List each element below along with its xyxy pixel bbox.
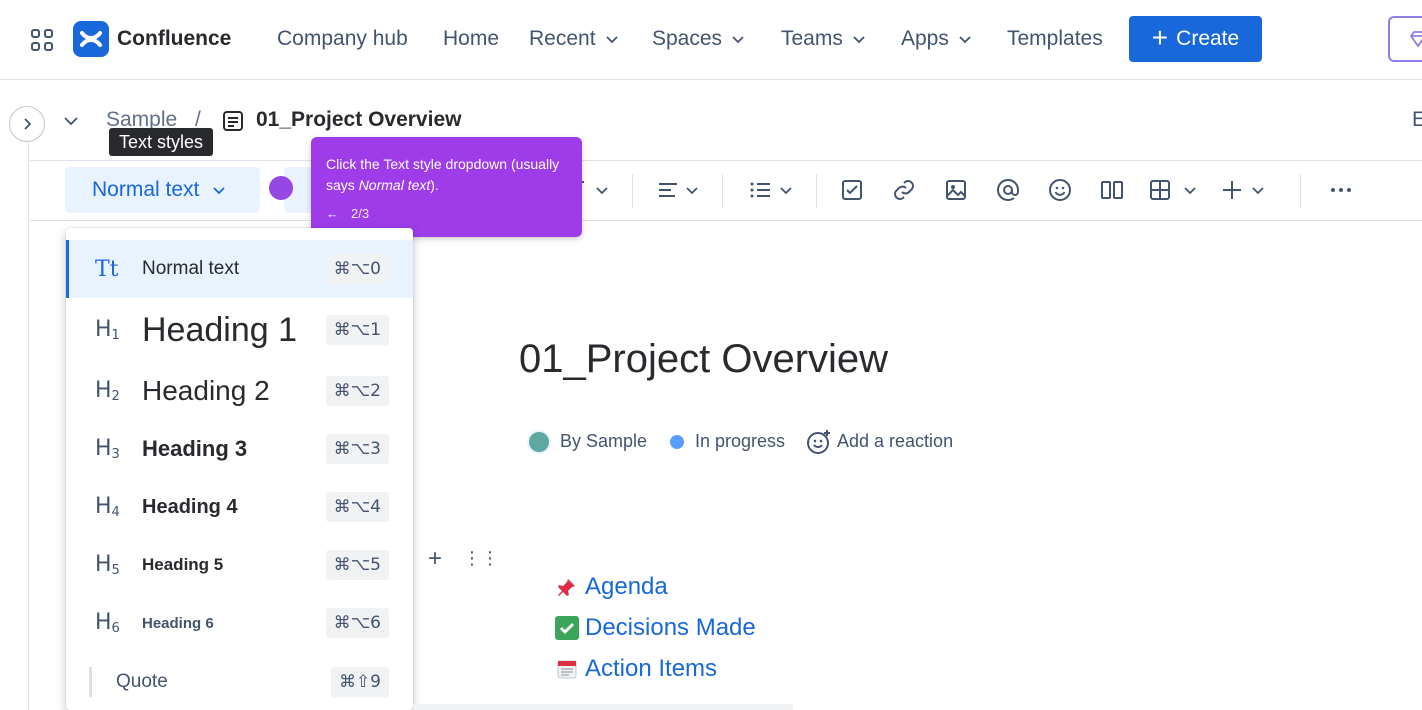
table-icon[interactable] <box>1148 178 1172 202</box>
menu-item-heading-2[interactable]: H2 Heading 2 ⌘⌥2 <box>66 362 413 420</box>
chevron-down-icon[interactable] <box>1250 178 1266 202</box>
chevron-down-icon[interactable] <box>1182 178 1198 202</box>
collapse-chevron-icon[interactable] <box>62 112 80 130</box>
chevron-right-icon <box>24 118 32 130</box>
more-icon[interactable] <box>1329 178 1353 202</box>
page-title[interactable]: 01_Project Overview <box>519 337 888 382</box>
header-edge-text[interactable]: E <box>1412 108 1422 132</box>
quote-icon <box>89 667 92 697</box>
create-button[interactable]: + Create <box>1129 16 1262 62</box>
product-name[interactable]: Confluence <box>117 27 231 51</box>
toolbar-separator <box>816 174 817 208</box>
layouts-icon[interactable] <box>1100 178 1124 202</box>
text-style-menu: Tt Normal text ⌘⌥0 H1 Heading 1 ⌘⌥1 H2 H… <box>66 228 413 710</box>
text-styles-tooltip: Text styles <box>109 128 214 156</box>
heading-6-icon: H6 <box>95 610 120 636</box>
back-arrow-icon[interactable]: ← <box>326 206 339 221</box>
status-label[interactable]: In progress <box>695 431 785 452</box>
link-icon[interactable] <box>892 178 916 202</box>
list-icon[interactable] <box>748 178 772 202</box>
chevron-down-icon <box>959 36 971 44</box>
nav-recent[interactable]: Recent <box>529 27 620 51</box>
guide-step: 2/3 <box>351 206 370 221</box>
toc-item-decisions-made[interactable]: Decisions Made <box>555 614 756 642</box>
guide-hotspot[interactable] <box>269 176 293 200</box>
page-icon <box>223 111 243 131</box>
guide-text: Click the Text style dropdown (usually s… <box>326 156 560 193</box>
menu-item-heading-6[interactable]: H6 Heading 6 ⌘⌥6 <box>66 594 413 652</box>
expand-sidebar-button[interactable] <box>9 106 45 142</box>
toc-item-action-items[interactable]: Action Items <box>555 655 717 683</box>
drag-handle-icon[interactable]: ⋮⋮ <box>463 548 499 569</box>
status-dot-icon <box>670 435 684 449</box>
guide-callout: Click the Text style dropdown (usually s… <box>311 137 582 237</box>
guide-navigation: ← 2/3 <box>326 206 369 221</box>
text-style-dropdown[interactable]: Normal text <box>65 167 260 213</box>
add-reaction-icon[interactable] <box>806 429 832 455</box>
nav-home[interactable]: Home <box>443 27 499 51</box>
nav-templates[interactable]: Templates <box>1007 27 1103 51</box>
plus-icon: + <box>1151 21 1169 53</box>
menu-item-heading-1[interactable]: H1 Heading 1 ⌘⌥1 <box>66 301 413 359</box>
add-block-icon[interactable]: + <box>428 545 442 573</box>
calendar-icon <box>555 657 579 681</box>
emoji-icon[interactable] <box>1048 178 1072 202</box>
heading-1-icon: H1 <box>95 317 120 343</box>
chevron-down-icon[interactable] <box>594 178 610 202</box>
app-switcher-icon[interactable] <box>31 29 53 51</box>
page-byline[interactable]: By Sample <box>560 431 647 452</box>
breadcrumb-page-title[interactable]: 01_Project Overview <box>256 108 461 132</box>
nav-company-hub[interactable]: Company hub <box>277 27 408 51</box>
menu-item-heading-3[interactable]: H3 Heading 3 ⌘⌥3 <box>66 420 413 478</box>
menu-item-normal-text[interactable]: Tt Normal text ⌘⌥0 <box>66 240 413 298</box>
menu-item-heading-4[interactable]: H4 Heading 4 ⌘⌥4 <box>66 478 413 536</box>
heading-4-icon: H4 <box>95 494 120 520</box>
premium-button[interactable] <box>1388 16 1422 62</box>
insert-icon[interactable] <box>1220 178 1244 202</box>
top-navigation: Confluence Company hub Home Recent Space… <box>0 0 1422 80</box>
heading-3-icon: H3 <box>95 436 120 462</box>
nav-spaces[interactable]: Spaces <box>652 27 746 51</box>
menu-item-heading-5[interactable]: H5 Heading 5 ⌘⌥5 <box>66 536 413 594</box>
toc-item-agenda[interactable]: Agenda <box>555 573 668 601</box>
diamond-icon <box>1409 31 1422 48</box>
confluence-logo-icon[interactable] <box>73 21 109 57</box>
chevron-down-icon[interactable] <box>778 178 794 202</box>
sidebar-divider <box>28 142 29 710</box>
toolbar-separator <box>722 174 723 208</box>
chevron-down-icon <box>732 36 744 44</box>
normal-text-icon: Tt <box>95 256 119 282</box>
task-icon[interactable] <box>840 178 864 202</box>
image-icon[interactable] <box>944 178 968 202</box>
avatar[interactable] <box>527 430 551 454</box>
mention-icon[interactable] <box>996 178 1020 202</box>
bottom-scroll-strip <box>413 704 793 710</box>
menu-item-quote[interactable]: Quote ⌘⇧9 <box>66 653 413 710</box>
pushpin-icon <box>555 575 579 599</box>
alignment-icon[interactable] <box>656 178 680 202</box>
chevron-down-icon <box>213 187 225 195</box>
nav-apps[interactable]: Apps <box>901 27 973 51</box>
add-reaction-label[interactable]: Add a reaction <box>837 431 953 452</box>
toolbar-separator <box>632 174 633 208</box>
chevron-down-icon <box>605 36 618 44</box>
chevron-down-icon <box>853 36 865 44</box>
nav-teams[interactable]: Teams <box>781 27 867 51</box>
chevron-down-icon[interactable] <box>684 178 700 202</box>
check-mark-icon <box>555 616 579 640</box>
heading-5-icon: H5 <box>95 552 120 578</box>
heading-2-icon: H2 <box>95 378 120 404</box>
toolbar-separator <box>1300 174 1301 208</box>
